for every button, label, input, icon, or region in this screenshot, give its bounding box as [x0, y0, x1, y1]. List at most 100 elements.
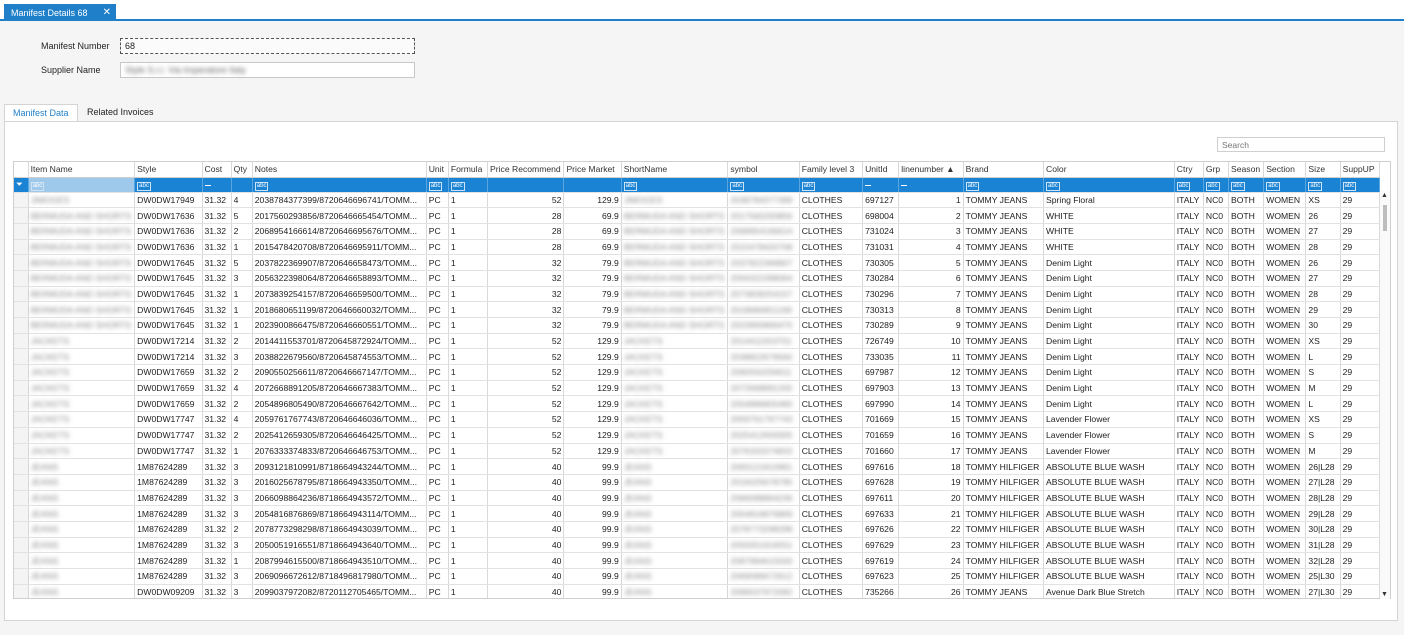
table-cell[interactable]: BOTH: [1228, 364, 1265, 381]
table-cell[interactable]: BOTH: [1228, 490, 1265, 507]
table-cell[interactable]: Lavender Flower: [1043, 411, 1175, 428]
table-cell[interactable]: 31.32: [202, 505, 232, 522]
column-header[interactable]: Formula: [448, 162, 489, 178]
table-cell[interactable]: ITALY: [1174, 207, 1204, 224]
table-cell[interactable]: JEANS: [28, 552, 136, 569]
table-cell[interactable]: 29: [1340, 584, 1381, 598]
table-cell[interactable]: 99.9: [563, 505, 622, 522]
table-cell[interactable]: [14, 192, 29, 209]
table-cell[interactable]: 129.9: [563, 348, 622, 366]
table-cell[interactable]: 8: [898, 301, 964, 318]
table-cell[interactable]: BOTH: [1228, 301, 1265, 318]
table-cell[interactable]: JIMOGES: [28, 192, 136, 209]
filter-cell[interactable]: abc: [963, 177, 1045, 193]
table-cell[interactable]: ITALY: [1174, 474, 1204, 491]
table-cell[interactable]: JACKETS: [28, 333, 136, 350]
table-cell[interactable]: 2038822679560: [727, 348, 800, 366]
close-icon[interactable]: ✕: [103, 7, 111, 18]
table-cell[interactable]: 32: [487, 301, 565, 318]
table-cell[interactable]: 129.9: [563, 380, 622, 397]
table-cell[interactable]: 31.32: [202, 286, 232, 303]
table-cell[interactable]: 1: [448, 270, 489, 287]
table-cell[interactable]: TOMMY JEANS: [963, 254, 1045, 271]
tab-related-invoices[interactable]: Related Invoices: [79, 104, 162, 122]
table-cell[interactable]: 3: [231, 458, 253, 475]
table-cell[interactable]: 29: [1305, 301, 1341, 318]
table-cell[interactable]: BERMUDA AND SHORTS: [28, 286, 136, 303]
table-cell[interactable]: Denim Light: [1043, 333, 1175, 350]
table-cell[interactable]: 27|L30: [1305, 584, 1341, 598]
table-cell[interactable]: 2017560293856/8720646665454/TOMM...: [252, 207, 427, 224]
table-cell[interactable]: 31.32: [202, 395, 232, 413]
table-cell[interactable]: JACKETS: [621, 411, 729, 428]
table-cell[interactable]: 1: [448, 348, 489, 366]
table-cell[interactable]: 697987: [862, 364, 900, 381]
table-cell[interactable]: 697619: [862, 552, 900, 569]
table-cell[interactable]: 1: [448, 505, 489, 522]
table-row[interactable]: JIMOGES DW0DW17949 31.32 4 2038784377399/872…: [14, 192, 1381, 209]
table-cell[interactable]: 1: [448, 490, 489, 507]
column-header[interactable]: symbol: [727, 162, 800, 178]
table-cell[interactable]: BERMUDA AND SHORTS: [621, 207, 729, 224]
table-cell[interactable]: JEANS: [28, 521, 136, 538]
table-cell[interactable]: ABSOLUTE BLUE WASH: [1043, 490, 1175, 507]
table-cell[interactable]: TOMMY JEANS: [963, 239, 1045, 256]
table-cell[interactable]: 2068954166614/8720646695676/TOMM...: [252, 223, 427, 240]
table-cell[interactable]: ITALY: [1174, 239, 1204, 256]
table-cell[interactable]: 52: [487, 380, 565, 397]
table-cell[interactable]: 31.32: [202, 317, 232, 334]
table-cell[interactable]: CLOTHES: [799, 364, 864, 381]
table-cell[interactable]: NC0: [1203, 458, 1230, 475]
table-cell[interactable]: 698004: [862, 207, 900, 224]
table-cell[interactable]: [14, 552, 29, 569]
table-cell[interactable]: 2054896805490: [727, 395, 800, 413]
table-cell[interactable]: WOMEN: [1263, 584, 1307, 598]
table-cell[interactable]: 31.32: [202, 348, 232, 366]
table-cell[interactable]: BOTH: [1228, 223, 1265, 240]
table-cell[interactable]: Denim Light: [1043, 301, 1175, 318]
table-cell[interactable]: 99.9: [563, 537, 622, 554]
table-cell[interactable]: NC0: [1203, 505, 1230, 522]
column-header[interactable]: Item Name: [28, 162, 136, 178]
table-cell[interactable]: 2: [231, 521, 253, 538]
table-cell[interactable]: JACKETS: [28, 380, 136, 397]
table-cell[interactable]: NC0: [1203, 207, 1230, 224]
table-cell[interactable]: BERMUDA AND SHORTS: [28, 270, 136, 287]
table-cell[interactable]: 4: [231, 380, 253, 397]
table-cell[interactable]: WOMEN: [1263, 270, 1307, 287]
table-cell[interactable]: TOMMY JEANS: [963, 380, 1045, 397]
table-cell[interactable]: BOTH: [1228, 552, 1265, 569]
table-cell[interactable]: BOTH: [1228, 192, 1265, 209]
table-cell[interactable]: [14, 254, 29, 271]
table-cell[interactable]: [14, 348, 29, 366]
table-row[interactable]: JEANS 1M87624289 31.32 3 2069096672612/87184…: [14, 568, 1381, 585]
table-cell[interactable]: S: [1305, 427, 1341, 444]
table-cell[interactable]: 20: [898, 490, 964, 507]
table-cell[interactable]: Denim Light: [1043, 380, 1175, 397]
table-cell[interactable]: JACKETS: [28, 348, 136, 366]
table-cell[interactable]: 1M87624289: [134, 505, 203, 522]
table-cell[interactable]: BOTH: [1228, 207, 1265, 224]
table-cell[interactable]: ITALY: [1174, 552, 1204, 569]
table-cell[interactable]: 2073839254157/8720646659500/TOMM...: [252, 286, 427, 303]
table-cell[interactable]: DW0DW17659: [134, 364, 203, 381]
table-cell[interactable]: Lavender Flower: [1043, 443, 1175, 460]
table-cell[interactable]: DW0DW17645: [134, 270, 203, 287]
table-row[interactable]: JEANS DW0DW09209 31.32 3 2099037972082/87201…: [14, 584, 1381, 598]
column-header[interactable]: Section: [1263, 162, 1307, 178]
table-cell[interactable]: 697611: [862, 490, 900, 507]
table-cell[interactable]: 3: [231, 537, 253, 554]
table-cell[interactable]: WOMEN: [1263, 333, 1307, 350]
table-cell[interactable]: 3: [231, 505, 253, 522]
table-cell[interactable]: 1: [448, 301, 489, 318]
table-cell[interactable]: PC: [426, 395, 449, 413]
table-cell[interactable]: BERMUDA AND SHORTS: [28, 317, 136, 334]
table-cell[interactable]: WOMEN: [1263, 348, 1307, 366]
table-row[interactable]: BERMUDA AND SHORTS DW0DW17645 31.32 1 207383…: [14, 286, 1381, 303]
table-cell[interactable]: ITALY: [1174, 537, 1204, 554]
filter-cell[interactable]: abc: [1263, 177, 1307, 193]
table-cell[interactable]: PC: [426, 568, 449, 585]
table-cell[interactable]: 2072668891205/8720646667383/TOMM...: [252, 380, 427, 397]
table-cell[interactable]: PC: [426, 552, 449, 569]
table-cell[interactable]: ITALY: [1174, 380, 1204, 397]
